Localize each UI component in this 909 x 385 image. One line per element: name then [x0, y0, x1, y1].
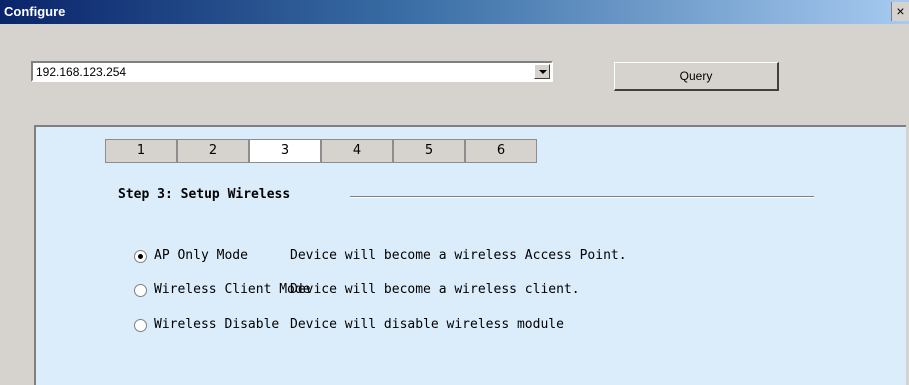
radio-button-icon[interactable]: [134, 319, 147, 332]
option-description: Device will become a wireless Access Poi…: [290, 248, 627, 263]
window-title: Configure: [4, 4, 66, 19]
tab-step-4[interactable]: 4: [321, 139, 393, 163]
section-divider: [350, 196, 814, 198]
radio-button-icon[interactable]: [134, 250, 147, 263]
ip-address-value: 192.168.123.254: [36, 65, 127, 79]
step-title: Step 3: Setup Wireless: [118, 187, 291, 202]
tab-step-5[interactable]: 5: [393, 139, 465, 163]
close-icon[interactable]: ×: [891, 2, 909, 21]
tab-step-2[interactable]: 2: [177, 139, 249, 163]
option-description: Device will disable wireless module: [290, 317, 564, 332]
option-label[interactable]: AP Only Mode: [154, 248, 248, 263]
tab-step-6[interactable]: 6: [465, 139, 537, 163]
query-button[interactable]: Query: [614, 62, 779, 91]
title-bar: Configure ×: [0, 0, 909, 24]
option-label[interactable]: Wireless Client Mode: [154, 282, 311, 297]
tab-step-1[interactable]: 1: [105, 139, 177, 163]
option-label[interactable]: Wireless Disable: [154, 317, 279, 332]
tab-step-3[interactable]: 3: [249, 139, 321, 163]
wizard-panel: 1 2 3 4 5 6 Step 3: Setup Wireless AP On…: [34, 125, 906, 385]
option-description: Device will become a wireless client.: [290, 282, 580, 297]
ip-address-combo[interactable]: 192.168.123.254: [31, 61, 553, 82]
radio-button-icon[interactable]: [134, 284, 147, 297]
chevron-down-icon[interactable]: [534, 64, 550, 79]
